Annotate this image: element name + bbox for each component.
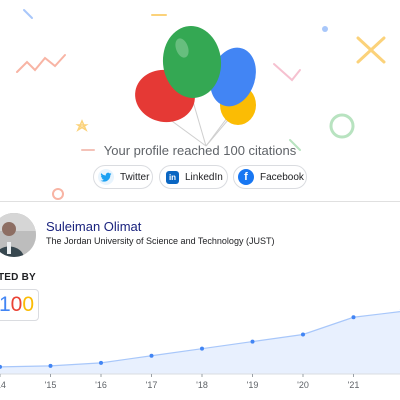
x-tick-label: '19 [247,380,259,390]
twitter-icon [98,169,114,185]
data-point[interactable] [250,339,255,344]
citations-chart: '14'15'16'17'18'19'20'21'2 [0,309,400,390]
data-point[interactable] [99,360,103,365]
avatar[interactable] [0,213,36,257]
x-tick-label: '15 [45,380,57,390]
x-tick-label: '20 [297,380,309,390]
x-tick-label: '21 [348,380,360,390]
share-linkedin-label: LinkedIn [185,171,223,183]
data-point[interactable] [301,332,305,337]
x-tick-label: '17 [146,380,158,390]
banner-divider [0,201,400,202]
data-point[interactable] [149,353,154,358]
share-linkedin-button[interactable]: in LinkedIn [159,165,228,189]
profile-name[interactable]: Suleiman Olimat [46,219,141,234]
data-point[interactable] [200,346,204,351]
x-tick-label: '14 [0,380,6,390]
x-tick-label: '16 [95,380,107,390]
facebook-icon: f [238,169,254,185]
cited-by-label: TED BY [0,272,36,283]
share-twitter-label: Twitter [120,171,150,183]
x-tick-label: '18 [196,380,208,390]
data-point[interactable] [351,315,356,320]
share-buttons: Twitter in LinkedIn f Facebook [0,165,400,191]
profile-affiliation: The Jordan University of Science and Tec… [46,236,275,246]
milestone-banner: Your profile reached 100 citations Twitt… [0,0,400,201]
share-facebook-label: Facebook [260,171,304,183]
balloons-illustration [135,26,256,147]
share-facebook-button[interactable]: f Facebook [233,165,307,189]
data-point[interactable] [48,363,53,368]
profile-photo-icon [0,213,36,257]
share-twitter-button[interactable]: Twitter [93,165,153,189]
citations-area [0,309,400,374]
linkedin-icon: in [166,170,179,184]
milestone-message: Your profile reached 100 citations [103,143,297,158]
